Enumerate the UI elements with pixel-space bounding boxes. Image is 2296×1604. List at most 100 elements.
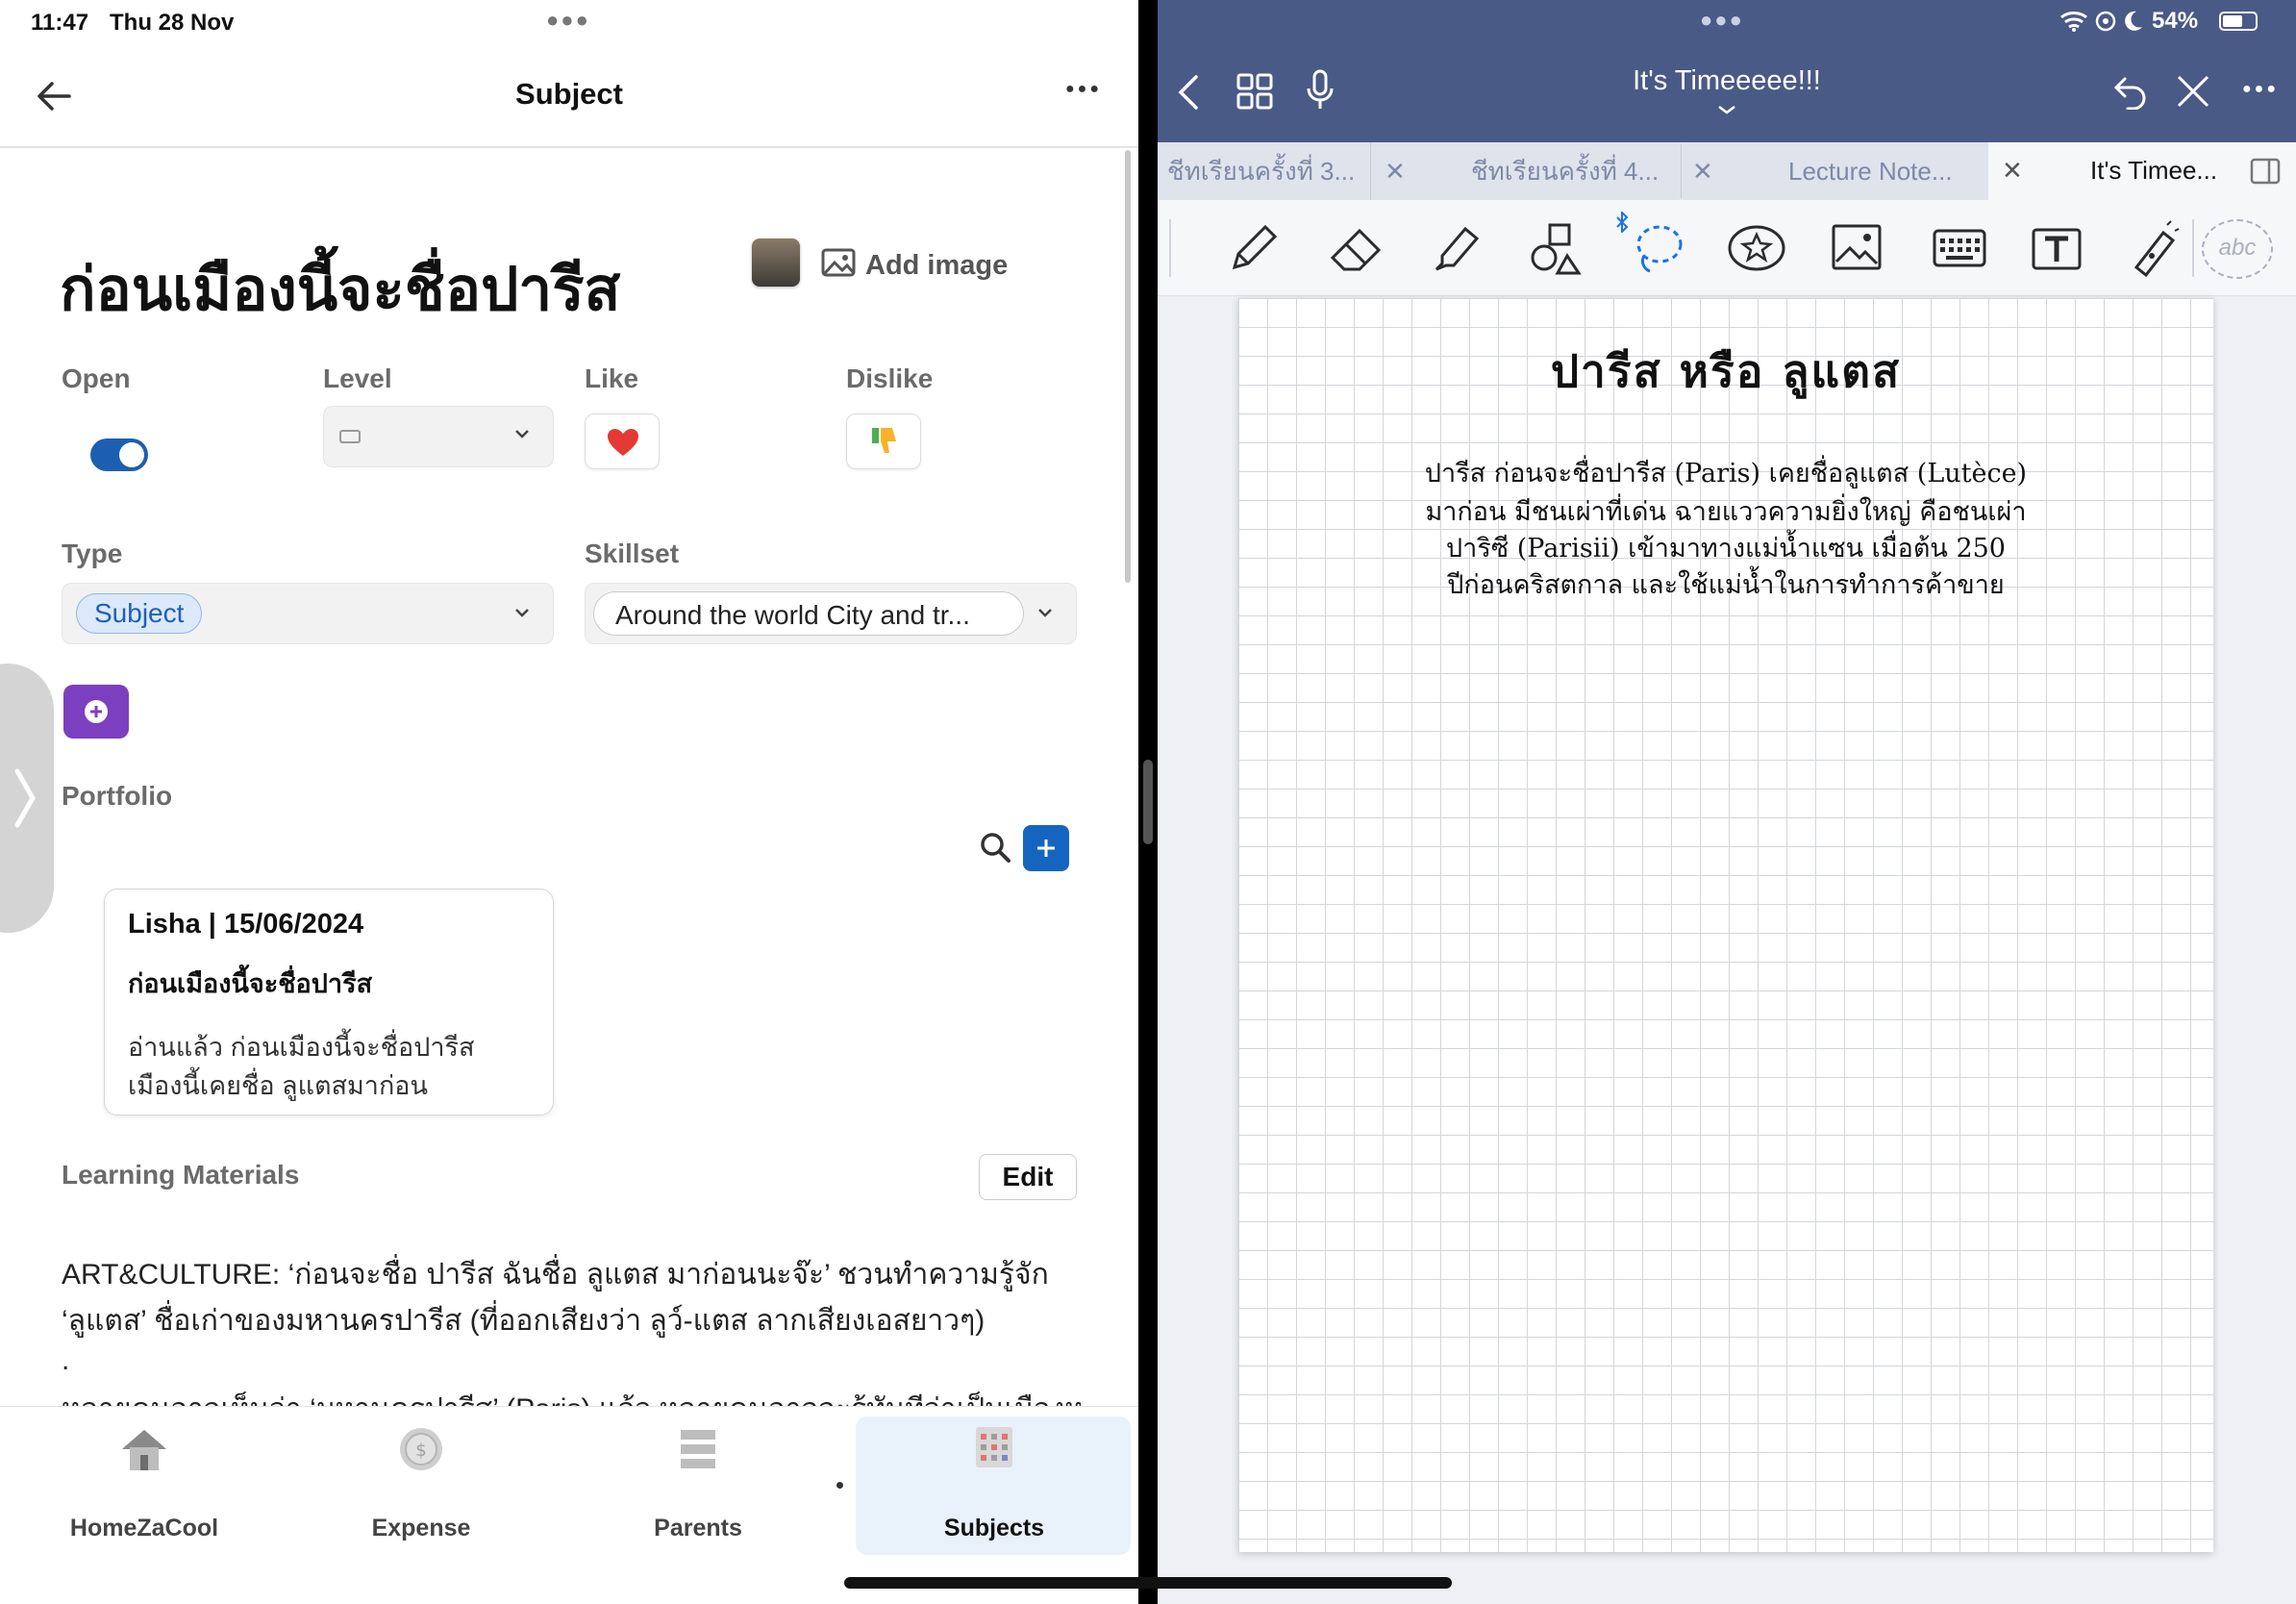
- type-chip: Subject: [76, 593, 203, 634]
- eraser-tool-icon[interactable]: [1327, 221, 1385, 275]
- like-label: Like: [585, 363, 639, 393]
- tab-lecture-note[interactable]: Lecture Note...: [1788, 142, 1981, 200]
- nav-label: HomeZaCool: [69, 1515, 219, 1541]
- thumbs-down-icon: [872, 428, 896, 453]
- close-tab-icon[interactable]: ✕: [1692, 142, 1713, 200]
- wifi-icon: [2060, 12, 2087, 32]
- plus-icon: [1037, 840, 1055, 857]
- tab-divider: [1681, 144, 1682, 198]
- skillset-label: Skillset: [585, 539, 680, 568]
- card-body-line: เมืองนี้เคยชื่อ ลูแตสมาก่อน: [128, 1071, 428, 1100]
- plus-circle-icon: [85, 700, 108, 723]
- side-drawer-handle[interactable]: [0, 664, 54, 933]
- nav-item-subjects[interactable]: Subjects: [879, 1426, 1110, 1541]
- thumbnail-image[interactable]: [752, 238, 800, 287]
- multitask-dots-icon[interactable]: ●●●: [546, 8, 590, 33]
- dislike-button[interactable]: [846, 414, 921, 469]
- multitask-dots-icon[interactable]: ●●●: [1700, 8, 1744, 33]
- note-page[interactable]: ปารีส หรือ ลูแตส ปารีส ก่อนจะชื่อปารีส (…: [1238, 298, 2213, 1552]
- tab-sheet-4[interactable]: ชีทเรียนครั้งที่ 4...: [1471, 142, 1683, 200]
- left-app: 11:47 Thu 28 Nov ●●● Subject ●●● ก่อนเมื…: [0, 0, 1138, 1604]
- close-tab-icon[interactable]: ✕: [2002, 156, 2023, 186]
- notes-header: ●●● 54% It's Timeeeee!!! ●●●: [1158, 0, 2296, 142]
- search-icon[interactable]: [979, 831, 1011, 868]
- article-line: .: [62, 1344, 70, 1376]
- learning-materials-label: Learning Materials: [62, 1160, 300, 1190]
- sticker-tool-icon[interactable]: [1727, 223, 1786, 273]
- nav-label: Expense: [371, 1515, 471, 1541]
- tab-label: It's Timee...: [2090, 156, 2218, 185]
- add-image-button[interactable]: Add image: [865, 250, 1008, 282]
- level-label: Level: [323, 363, 392, 393]
- more-options-icon[interactable]: ●●●: [1065, 81, 1102, 98]
- article-line: ART&CULTURE: ‘ก่อนจะชื่อ ปารีส ฉันชื่อ ล…: [62, 1259, 1049, 1291]
- sidebar-toggle-icon[interactable]: [2250, 158, 2281, 185]
- heart-icon: [608, 429, 638, 456]
- card-icon: [339, 430, 361, 443]
- header-divider: [0, 146, 1138, 148]
- drawing-toolbar: abc: [1158, 200, 2296, 296]
- stack-icon: [681, 1430, 715, 1468]
- handwritten-line: ปารีส ก่อนจะชื่อปารีส (Paris) เคยชื่อลูแ…: [1424, 459, 2028, 489]
- battery-percent: 54%: [2152, 8, 2199, 34]
- tab-sheet-3[interactable]: ชีทเรียนครั้งที่ 3...: [1158, 142, 1371, 200]
- chevron-down-icon[interactable]: [1716, 104, 1737, 115]
- chevron-down-icon: [512, 603, 532, 627]
- tab-label: ชีทเรียนครั้งที่ 4...: [1471, 156, 1660, 186]
- tab-label: Lecture Note...: [1788, 156, 1953, 186]
- lasso-tool-icon[interactable]: [1631, 221, 1686, 277]
- like-button[interactable]: [585, 414, 660, 469]
- split-view-divider-handle[interactable]: [1143, 760, 1153, 844]
- pen-tool-icon[interactable]: [1227, 221, 1281, 275]
- close-tab-icon[interactable]: ✕: [1385, 142, 1406, 200]
- dislike-label: Dislike: [846, 363, 934, 393]
- nav-item-parents[interactable]: Parents: [583, 1426, 813, 1541]
- add-field-button[interactable]: [63, 685, 129, 739]
- moon-icon: [2125, 11, 2142, 31]
- open-toggle[interactable]: [90, 439, 148, 471]
- edit-button[interactable]: Edit: [979, 1154, 1077, 1200]
- undo-icon[interactable]: [2111, 71, 2150, 110]
- keyboard-tool-icon[interactable]: [1933, 229, 1986, 267]
- status-date: Thu 28 Nov: [110, 10, 235, 36]
- right-app: ●●● 54% It's Timeeeee!!! ●●● ชีทเรียนครั…: [1158, 0, 2296, 1604]
- card-title: ก่อนเมืองนี้จะชื่อปารีส: [128, 969, 373, 998]
- skillset-select[interactable]: Around the world City and tr...: [585, 583, 1077, 644]
- image-icon[interactable]: [821, 248, 856, 277]
- handwriting-recognition-icon[interactable]: abc: [2202, 219, 2273, 279]
- scrollbar[interactable]: [1125, 150, 1131, 583]
- skillset-chip: Around the world City and tr...: [593, 591, 1024, 636]
- house-icon: [122, 1430, 166, 1470]
- highlighter-tool-icon[interactable]: [1429, 221, 1483, 275]
- separator-dot: [836, 1482, 843, 1489]
- bluetooth-icon: [1616, 212, 1629, 233]
- home-indicator[interactable]: [844, 1577, 1452, 1589]
- toolbar-divider: [1169, 219, 1171, 277]
- header-title: Subject: [515, 77, 623, 111]
- pen-off-icon[interactable]: [2175, 73, 2211, 110]
- laser-pointer-icon[interactable]: [2129, 219, 2181, 277]
- nav-item-homezacool[interactable]: HomeZaCool: [29, 1426, 260, 1541]
- type-label: Type: [62, 539, 123, 568]
- coin-icon: $: [400, 1428, 442, 1470]
- add-portfolio-button[interactable]: [1023, 825, 1069, 871]
- shapes-tool-icon[interactable]: [1529, 221, 1585, 277]
- nav-item-expense[interactable]: $ Expense: [306, 1426, 537, 1541]
- handwritten-line: ปาริซี (Parisii) เข้ามาทางแม่น้ำแซน เมื่…: [1446, 534, 2006, 564]
- tab-active[interactable]: ✕ It's Timee...: [1988, 142, 2296, 200]
- type-select[interactable]: Subject: [62, 583, 554, 644]
- nav-label: Parents: [654, 1515, 742, 1541]
- card-body-line: อ่านแล้ว ก่อนเมืองนี้จะชื่อปารีส: [128, 1033, 475, 1062]
- portfolio-card[interactable]: Lisha | 15/06/2024 ก่อนเมืองนี้จะชื่อปาร…: [104, 889, 554, 1115]
- status-time: 11:47: [31, 10, 89, 36]
- toolbar-divider: [2192, 219, 2194, 277]
- calendar-grid-icon: [976, 1427, 1012, 1467]
- more-options-icon[interactable]: ●●●: [2242, 81, 2279, 98]
- level-select[interactable]: [323, 406, 554, 467]
- text-tool-icon[interactable]: [2031, 227, 2083, 271]
- image-tool-icon[interactable]: [1831, 223, 1883, 271]
- svg-text:$: $: [415, 1441, 426, 1461]
- tab-label: ชีทเรียนครั้งที่ 3...: [1167, 156, 1356, 186]
- chevron-right-icon: [14, 768, 36, 828]
- bottom-nav: HomeZaCool $ Expense Parents Subjects: [0, 1406, 1138, 1604]
